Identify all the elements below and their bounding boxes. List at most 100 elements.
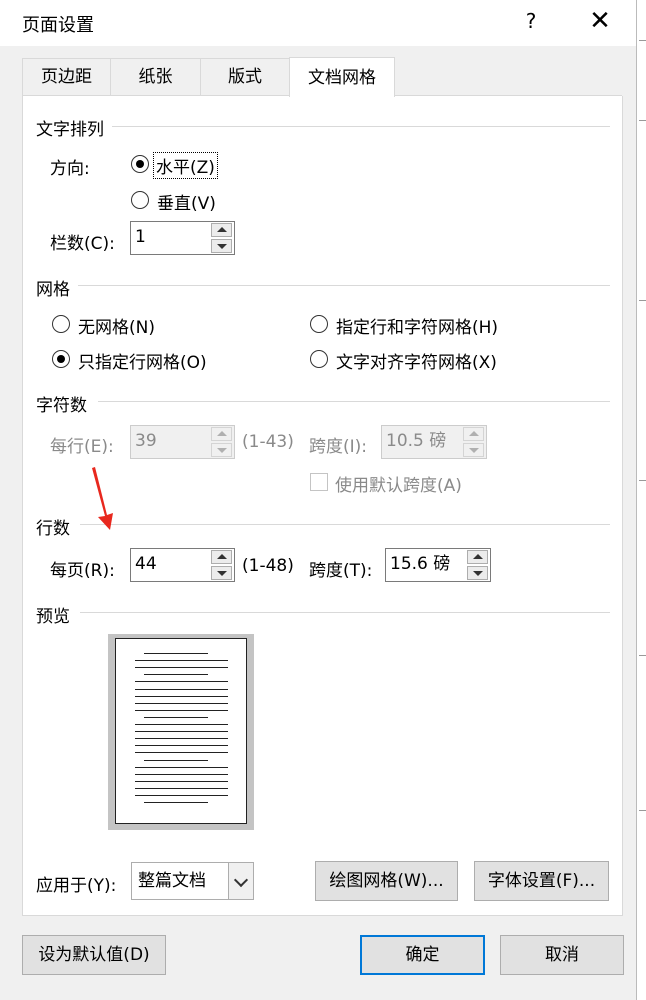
- preview-text-line: [135, 703, 228, 704]
- preview-group-title: 预览: [36, 607, 70, 627]
- no-grid-label[interactable]: 无网格(N): [78, 313, 155, 338]
- group-divider: [80, 612, 610, 613]
- snap-to-char-grid-label[interactable]: 文字对齐字符网格(X): [336, 348, 497, 373]
- preview-text-line: [135, 731, 228, 732]
- preview-text-line: [135, 696, 228, 697]
- page-setup-dialog: 页面设置 ? ✕ 页边距 纸张 版式 文档网格 文字排列 方向: 水平(Z) 垂…: [0, 0, 636, 1000]
- close-icon[interactable]: ✕: [588, 6, 612, 36]
- chars-per-line-label: 每行(E):: [50, 437, 114, 457]
- use-default-pitch-checkbox[interactable]: [310, 473, 328, 491]
- vertical-radio-label[interactable]: 垂直(V): [157, 189, 216, 214]
- spin-up-button[interactable]: [467, 550, 488, 564]
- arrow-down-icon: [217, 448, 227, 453]
- cancel-button[interactable]: 取消: [500, 935, 624, 975]
- preview-text-line: [144, 717, 208, 718]
- apply-to-label: 应用于(Y):: [36, 876, 117, 896]
- preview-text-line: [144, 760, 208, 761]
- background-mark: [639, 40, 646, 41]
- lines-per-page-input[interactable]: 44: [130, 548, 211, 582]
- font-settings-button[interactable]: 字体设置(F)...: [474, 861, 609, 901]
- line-pitch-spinner[interactable]: [466, 548, 491, 582]
- char-pitch-input[interactable]: 10.5 磅: [381, 425, 463, 459]
- group-divider: [80, 524, 610, 525]
- lines-per-page-label: 每页(R):: [50, 561, 115, 581]
- arrow-down-icon: [217, 571, 227, 576]
- background-document-edge: [636, 0, 646, 1000]
- tab-document-grid[interactable]: 文档网格: [289, 57, 395, 97]
- chars-per-line-input[interactable]: 39: [130, 425, 211, 459]
- apply-to-select[interactable]: 整篇文档: [131, 862, 229, 900]
- group-divider: [112, 126, 610, 127]
- chars-per-line-range: (1-43): [242, 432, 294, 452]
- horizontal-radio[interactable]: [131, 155, 149, 173]
- spin-up-button[interactable]: [211, 550, 232, 564]
- group-divider: [78, 285, 610, 286]
- snap-to-char-grid-radio[interactable]: [310, 350, 328, 368]
- chars-per-line-spinner[interactable]: [210, 425, 235, 459]
- columns-label: 栏数(C):: [50, 234, 115, 254]
- spin-down-button[interactable]: [463, 443, 484, 457]
- background-mark: [639, 655, 646, 656]
- preview-text-line: [135, 689, 228, 690]
- line-and-char-grid-radio[interactable]: [310, 315, 328, 333]
- arrow-down-icon: [217, 244, 227, 249]
- arrow-up-icon: [217, 554, 227, 559]
- horizontal-radio-label[interactable]: 水平(Z): [153, 152, 218, 179]
- background-mark: [639, 810, 646, 811]
- tab-paper[interactable]: 纸张: [110, 58, 201, 95]
- vertical-radio[interactable]: [131, 191, 149, 209]
- use-default-pitch-label[interactable]: 使用默认跨度(A): [335, 471, 462, 496]
- preview-text-line: [135, 681, 228, 682]
- spin-up-button[interactable]: [211, 223, 232, 237]
- line-grid-only-label[interactable]: 只指定行网格(O): [78, 348, 207, 373]
- spin-down-button[interactable]: [211, 443, 232, 457]
- tab-layout[interactable]: 版式: [200, 58, 290, 95]
- grid-group-title: 网格: [36, 280, 70, 300]
- arrow-up-icon: [473, 554, 483, 559]
- columns-input[interactable]: 1: [130, 221, 211, 255]
- char-pitch-label: 跨度(I):: [309, 437, 368, 457]
- group-divider: [98, 401, 610, 402]
- line-pitch-label: 跨度(T):: [309, 561, 373, 581]
- background-mark: [639, 300, 646, 301]
- preview-text-line: [144, 802, 208, 803]
- preview-text-line: [144, 653, 208, 654]
- background-mark: [639, 480, 646, 481]
- drawing-grid-button[interactable]: 绘图网格(W)...: [315, 861, 458, 901]
- spin-down-button[interactable]: [211, 566, 232, 580]
- preview-text-line: [135, 781, 228, 782]
- apply-to-dropdown-button[interactable]: [228, 862, 254, 900]
- preview-text-line: [135, 667, 228, 668]
- preview-text-line: [135, 738, 228, 739]
- characters-group-title: 字符数: [36, 396, 87, 416]
- preview-page: [115, 638, 247, 824]
- lines-per-page-spinner[interactable]: [210, 548, 235, 582]
- preview-text-line: [135, 774, 228, 775]
- set-default-button[interactable]: 设为默认值(D): [22, 935, 166, 975]
- arrow-down-icon: [473, 571, 483, 576]
- line-and-char-grid-label[interactable]: 指定行和字符网格(H): [336, 313, 498, 338]
- preview-text-line: [135, 795, 228, 796]
- background-mark: [639, 120, 646, 121]
- annotation-arrow-icon: [92, 467, 113, 530]
- preview-text-line: [135, 788, 228, 789]
- text-layout-group-title: 文字排列: [36, 120, 104, 140]
- tab-margins[interactable]: 页边距: [22, 58, 111, 95]
- line-pitch-input[interactable]: 15.6 磅: [385, 548, 467, 582]
- ok-button[interactable]: 确定: [360, 935, 485, 975]
- no-grid-radio[interactable]: [52, 315, 70, 333]
- columns-spinner[interactable]: [210, 221, 235, 255]
- spin-up-button[interactable]: [211, 427, 232, 441]
- char-pitch-spinner[interactable]: [462, 425, 487, 459]
- arrow-up-icon: [217, 227, 227, 232]
- preview-text-line: [135, 724, 228, 725]
- lines-group-title: 行数: [36, 519, 70, 539]
- help-button[interactable]: ?: [520, 9, 542, 33]
- line-grid-only-radio[interactable]: [52, 350, 70, 368]
- preview-text-line: [135, 752, 228, 753]
- arrow-down-icon: [469, 448, 479, 453]
- preview-text-line: [144, 674, 208, 675]
- spin-down-button[interactable]: [211, 239, 232, 253]
- spin-up-button[interactable]: [463, 427, 484, 441]
- spin-down-button[interactable]: [467, 566, 488, 580]
